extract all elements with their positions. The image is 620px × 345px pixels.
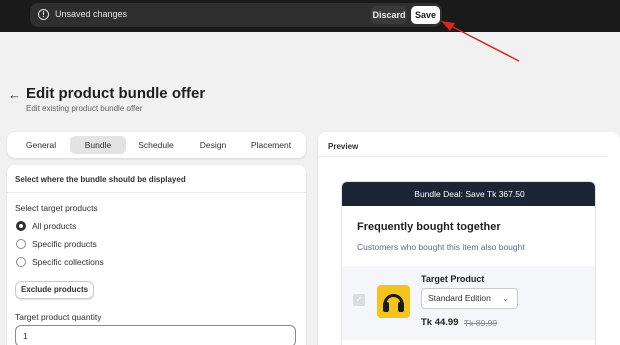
variant-select[interactable]: Standard Edition ⌄	[421, 288, 518, 309]
section-title: Select where the bundle should be displa…	[15, 175, 186, 184]
tab-schedule[interactable]: Schedule	[127, 136, 185, 154]
tab-bar: General Bundle Schedule Design Placement	[7, 132, 306, 158]
tab-bundle[interactable]: Bundle	[70, 136, 126, 154]
deal-banner: Bundle Deal: Save Tk 367.50	[342, 182, 595, 206]
divider	[7, 192, 306, 193]
page-title: Edit product bundle offer	[26, 85, 206, 102]
product-price: Tk 44.99	[421, 317, 459, 328]
contextual-save-bar: Unsaved changes Discard Save	[0, 0, 620, 32]
variant-value: Standard Edition	[428, 293, 491, 303]
unsaved-message: Unsaved changes	[55, 9, 128, 19]
chevron-down-icon: ⌄	[502, 294, 509, 303]
tab-design[interactable]: Design	[187, 136, 239, 154]
option-specific-products-label[interactable]: Specific products	[32, 239, 97, 249]
target-products-label: Select target products	[15, 203, 98, 213]
product-row: ✓ Target Product Standard Edition ⌄ Tk 4…	[342, 266, 595, 340]
discard-button[interactable]: Discard	[371, 6, 407, 24]
radio-all-products[interactable]	[16, 221, 26, 231]
page-subtitle: Edit existing product bundle offer	[26, 104, 143, 113]
tab-general[interactable]: General	[13, 136, 69, 154]
quantity-label: Target product quantity	[15, 312, 102, 322]
option-specific-collections-label[interactable]: Specific collections	[32, 257, 104, 267]
product-checkbox[interactable]: ✓	[353, 294, 365, 306]
back-arrow-icon[interactable]: ←	[8, 87, 21, 102]
compare-at-price: Tk 89.99	[464, 318, 498, 328]
product-name: Target Product	[421, 274, 485, 284]
unsaved-changes-banner: Unsaved changes Discard Save	[30, 3, 442, 27]
exclude-products-button[interactable]: Exclude products	[15, 281, 94, 299]
info-circle-icon	[38, 9, 49, 20]
quantity-input[interactable]: 1	[15, 325, 296, 345]
tab-placement[interactable]: Placement	[242, 136, 300, 154]
widget-subtitle: Customers who bought this item also boug…	[357, 242, 525, 252]
bundle-widget-preview: Bundle Deal: Save Tk 367.50 Frequently b…	[341, 181, 596, 345]
widget-title: Frequently bought together	[357, 221, 501, 233]
save-button[interactable]: Save	[411, 6, 440, 24]
bundle-settings-card: Select where the bundle should be displa…	[7, 165, 306, 345]
headphones-icon	[377, 285, 410, 318]
preview-heading: Preview	[328, 142, 359, 151]
option-all-products-label[interactable]: All products	[32, 221, 76, 231]
divider	[318, 156, 608, 157]
radio-specific-products[interactable]	[16, 239, 26, 249]
radio-specific-collections[interactable]	[16, 257, 26, 267]
